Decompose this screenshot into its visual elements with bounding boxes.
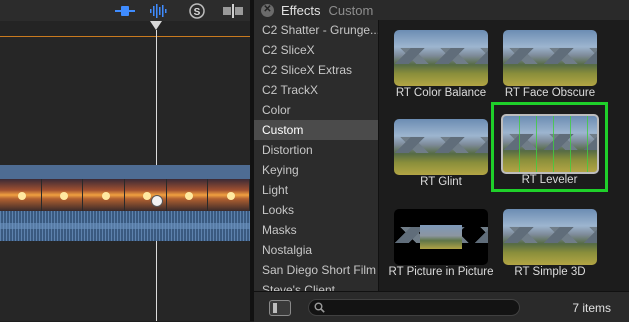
timeline-panel[interactable]: S: [0, 0, 250, 321]
playhead-handle[interactable]: [150, 21, 162, 30]
effects-browser-footer: 7 items: [254, 291, 629, 322]
effects-browser-header: ✕ Effects Custom: [254, 0, 629, 20]
effects-browser: ✕ Effects Custom C2 Shatter - Grunge... …: [254, 0, 629, 322]
clip-frame-thumbnail: [0, 179, 42, 211]
solo-icon[interactable]: S: [184, 2, 210, 19]
effect-label: RT Glint: [420, 176, 462, 188]
category-item[interactable]: Distortion: [254, 140, 378, 160]
video-clip-toggle-icon[interactable]: [112, 2, 138, 19]
effect-tile[interactable]: RT Simple 3D: [496, 203, 604, 285]
search-input[interactable]: [308, 299, 520, 316]
browser-title: Effects: [281, 2, 321, 18]
svg-text:S: S: [194, 7, 201, 18]
category-item[interactable]: Nostalgia: [254, 240, 378, 260]
close-icon[interactable]: ✕: [261, 3, 274, 17]
effect-tile[interactable]: RT Picture in Picture: [387, 203, 495, 291]
browser-subtitle: Custom: [328, 2, 374, 18]
effect-thumbnail: [501, 114, 599, 174]
category-item[interactable]: Looks: [254, 200, 378, 220]
timeline-toolbar: S: [0, 0, 250, 21]
leveler-grid-overlay: [503, 116, 597, 172]
clip-frame-thumbnail: [125, 179, 167, 211]
category-item[interactable]: Color: [254, 100, 378, 120]
clip-audio-waveform: [0, 211, 250, 241]
category-item[interactable]: C2 SliceX: [254, 40, 378, 60]
effect-label: RT Leveler: [521, 174, 578, 186]
clip-title-bar: [0, 165, 250, 179]
category-item[interactable]: C2 TrackX: [254, 80, 378, 100]
search-icon: [314, 302, 325, 313]
clip-frame-thumbnail: [83, 179, 126, 211]
category-item[interactable]: Keying: [254, 160, 378, 180]
effect-thumbnail: [394, 209, 488, 265]
effect-thumbnail: [503, 209, 597, 265]
clip-frame-thumbnail: [41, 179, 84, 211]
effect-tile-selected[interactable]: RT Leveler: [491, 102, 608, 192]
category-item[interactable]: San Diego Short Film: [254, 260, 378, 280]
effect-tile[interactable]: RT Glint: [387, 113, 495, 195]
snapping-icon[interactable]: [220, 2, 246, 19]
category-item[interactable]: Light: [254, 180, 378, 200]
effects-grid: RT Color Balance RT Face Obscure RT Glin…: [379, 20, 629, 291]
effect-thumbnail: [394, 119, 488, 175]
category-item[interactable]: Steve's Client: [254, 280, 378, 291]
clip-frame-thumbnail: [208, 179, 250, 211]
sidebar-toggle-button[interactable]: [269, 300, 291, 316]
timeline-ruler[interactable]: [0, 21, 250, 37]
effect-label: RT Face Obscure: [504, 87, 596, 99]
category-item[interactable]: C2 SliceX Extras: [254, 60, 378, 80]
effect-thumbnail: [503, 30, 597, 86]
effect-label: RT Picture in Picture: [388, 266, 494, 278]
item-count: 7 items: [572, 301, 611, 315]
timeline-clip[interactable]: [0, 165, 250, 241]
effect-label: RT Simple 3D: [514, 266, 586, 278]
pip-inset-image: [420, 225, 462, 249]
effect-tile[interactable]: RT Color Balance: [387, 24, 495, 106]
category-item[interactable]: C2 Shatter - Grunge...: [254, 20, 378, 40]
clip-frame-thumbnail: [166, 179, 209, 211]
effect-label: RT Color Balance: [395, 87, 487, 99]
skimmer-dot[interactable]: [151, 195, 163, 207]
category-item[interactable]: Masks: [254, 220, 378, 240]
effects-category-list: C2 Shatter - Grunge... C2 SliceX C2 Slic…: [254, 20, 379, 291]
audio-waveform-icon[interactable]: [146, 2, 172, 19]
effect-tile[interactable]: RT Face Obscure: [496, 24, 604, 106]
clip-filmstrip: [0, 179, 250, 211]
effect-thumbnail: [394, 30, 488, 86]
category-item-selected[interactable]: Custom: [254, 120, 378, 140]
